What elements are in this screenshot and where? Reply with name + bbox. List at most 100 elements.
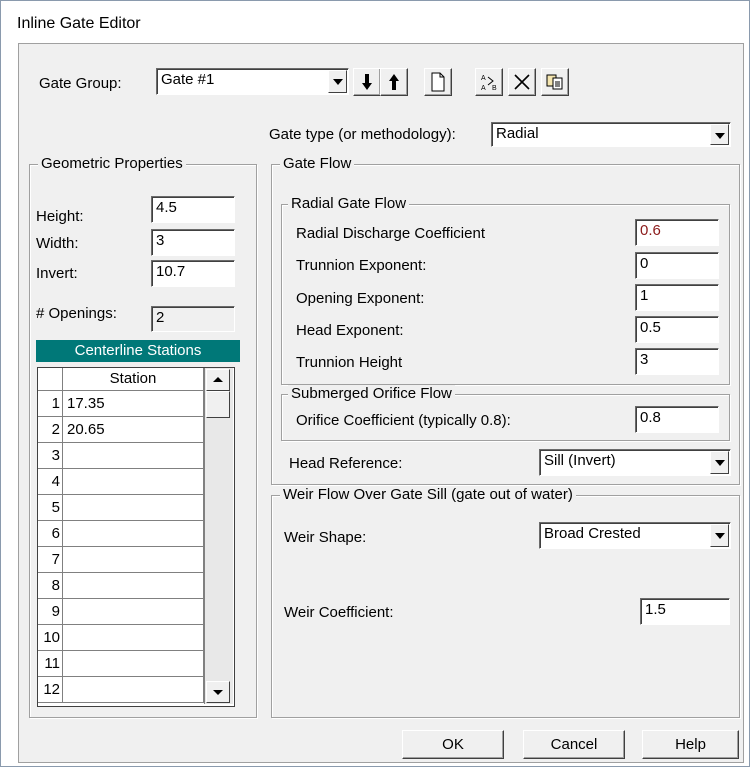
station-grid: Station 1 17.35 2 20.65 3 4 5 6 7 8 9 10 11 12 — [37, 367, 235, 707]
chevron-down-icon[interactable] — [710, 451, 729, 474]
station-cell[interactable] — [63, 521, 204, 547]
cancel-button[interactable]: Cancel — [523, 730, 625, 759]
head-reference-label: Head Reference: — [289, 455, 403, 472]
trunnion-height-value: 3 — [640, 351, 649, 368]
height-value: 4.5 — [156, 199, 177, 216]
station-cell[interactable] — [63, 651, 204, 677]
svg-text:A: A — [481, 85, 486, 92]
orifice-coef-input[interactable]: 0.8 — [635, 406, 719, 433]
head-reference-value: Sill (Invert) — [544, 452, 616, 469]
station-row-number: 9 — [38, 599, 63, 625]
gate-flow-title: Gate Flow — [280, 155, 355, 172]
openings-label: # Openings: — [36, 305, 117, 322]
station-cell[interactable] — [63, 573, 204, 599]
svg-text:B: B — [492, 85, 497, 92]
station-column-header: Station — [63, 368, 204, 391]
radial-gate-flow-title: Radial Gate Flow — [288, 195, 410, 212]
radial-coef-value: 0.6 — [640, 222, 661, 239]
weir-shape-value: Broad Crested — [544, 525, 641, 542]
station-cell[interactable] — [63, 677, 204, 703]
station-cell[interactable]: 17.35 — [63, 391, 204, 417]
radial-coef-input[interactable]: 0.6 — [635, 219, 719, 246]
head-exponent-input[interactable]: 0.5 — [635, 316, 719, 343]
copy-icon — [546, 74, 563, 90]
dialog-client-area: Gate Group: Gate #1 AAB Gate type (or me… — [18, 43, 744, 763]
add-gate-button[interactable] — [424, 68, 452, 96]
station-row-number: 6 — [38, 521, 63, 547]
gate-type-label: Gate type (or methodology): — [269, 126, 456, 143]
scroll-up-arrow-icon — [213, 377, 223, 382]
arrow-down-icon — [362, 74, 372, 90]
move-up-button[interactable] — [380, 68, 408, 96]
station-cell[interactable] — [63, 547, 204, 573]
station-row-number: 7 — [38, 547, 63, 573]
inline-gate-editor-window: Inline Gate Editor Gate Group: Gate #1 A… — [0, 0, 750, 767]
scroll-thumb[interactable] — [206, 391, 230, 418]
invert-input[interactable]: 10.7 — [151, 260, 235, 287]
rename-icon: AA B — [481, 75, 497, 92]
station-cell[interactable] — [63, 625, 204, 651]
trunnion-exponent-value: 0 — [640, 255, 649, 272]
submerged-orifice-flow-group: Submerged Orifice Flow Orifice Coefficie… — [281, 385, 730, 441]
station-cell[interactable] — [63, 495, 204, 521]
chevron-down-icon[interactable] — [710, 124, 729, 145]
gate-group-value: Gate #1 — [161, 71, 215, 88]
weir-flow-title: Weir Flow Over Gate Sill (gate out of wa… — [280, 486, 576, 503]
station-cell[interactable]: 20.65 — [63, 417, 204, 443]
scroll-up-button[interactable] — [206, 369, 230, 391]
gate-type-value: Radial — [496, 125, 539, 142]
station-row-number: 11 — [38, 651, 63, 677]
new-document-icon — [431, 72, 445, 92]
move-down-button[interactable] — [353, 68, 381, 96]
station-row-number: 2 — [38, 417, 63, 443]
gate-flow-group: Gate Flow Radial Gate Flow Radial Discha… — [271, 155, 740, 485]
scroll-down-button[interactable] — [206, 681, 230, 703]
geometric-properties-title: Geometric Properties — [38, 155, 186, 172]
weir-coef-label: Weir Coefficient: — [284, 604, 394, 621]
station-row-number: 10 — [38, 625, 63, 651]
chevron-down-icon[interactable] — [328, 70, 347, 93]
station-cell[interactable] — [63, 599, 204, 625]
trunnion-height-label: Trunnion Height — [296, 354, 403, 371]
trunnion-exponent-input[interactable]: 0 — [635, 252, 719, 279]
invert-value: 10.7 — [156, 263, 186, 280]
copy-gate-button[interactable] — [541, 68, 569, 96]
delete-gate-button[interactable] — [508, 68, 536, 96]
weir-shape-label: Weir Shape: — [284, 529, 367, 546]
submerged-orifice-flow-title: Submerged Orifice Flow — [288, 385, 455, 402]
station-cell[interactable] — [63, 443, 204, 469]
gate-group-label: Gate Group: — [39, 75, 122, 92]
gate-type-select[interactable]: Radial — [491, 122, 731, 147]
orifice-coef-label: Orifice Coefficient (typically 0.8): — [296, 412, 511, 429]
window-title: Inline Gate Editor — [17, 15, 141, 32]
head-reference-select[interactable]: Sill (Invert) — [539, 449, 731, 476]
station-row-number: 3 — [38, 443, 63, 469]
head-exponent-label: Head Exponent: — [296, 322, 404, 339]
radial-gate-flow-group: Radial Gate Flow Radial Discharge Coeffi… — [281, 195, 730, 385]
geometric-properties-group: Geometric Properties Height: 4.5 Width: … — [29, 155, 257, 718]
station-row-number: 4 — [38, 469, 63, 495]
trunnion-height-input[interactable]: 3 — [635, 348, 719, 375]
trunnion-exponent-label: Trunnion Exponent: — [296, 257, 427, 274]
weir-flow-group: Weir Flow Over Gate Sill (gate out of wa… — [271, 486, 740, 718]
help-button[interactable]: Help — [642, 730, 739, 759]
rename-gate-button[interactable]: AAB — [475, 68, 503, 96]
station-cell[interactable] — [63, 469, 204, 495]
opening-exponent-input[interactable]: 1 — [635, 284, 719, 311]
invert-label: Invert: — [36, 265, 78, 282]
width-input[interactable]: 3 — [151, 229, 235, 256]
height-input[interactable]: 4.5 — [151, 196, 235, 223]
opening-exponent-label: Opening Exponent: — [296, 290, 425, 307]
orifice-coef-value: 0.8 — [640, 409, 661, 426]
radial-coef-label: Radial Discharge Coefficient — [296, 225, 485, 242]
station-row-number: 12 — [38, 677, 63, 703]
chevron-down-icon[interactable] — [710, 524, 729, 547]
height-label: Height: — [36, 208, 84, 225]
weir-coef-input[interactable]: 1.5 — [640, 598, 730, 625]
ok-button[interactable]: OK — [402, 730, 504, 759]
station-row-number: 5 — [38, 495, 63, 521]
width-label: Width: — [36, 235, 79, 252]
station-scrollbar[interactable] — [204, 368, 233, 704]
gate-group-select[interactable]: Gate #1 — [156, 68, 349, 95]
weir-shape-select[interactable]: Broad Crested — [539, 522, 731, 549]
